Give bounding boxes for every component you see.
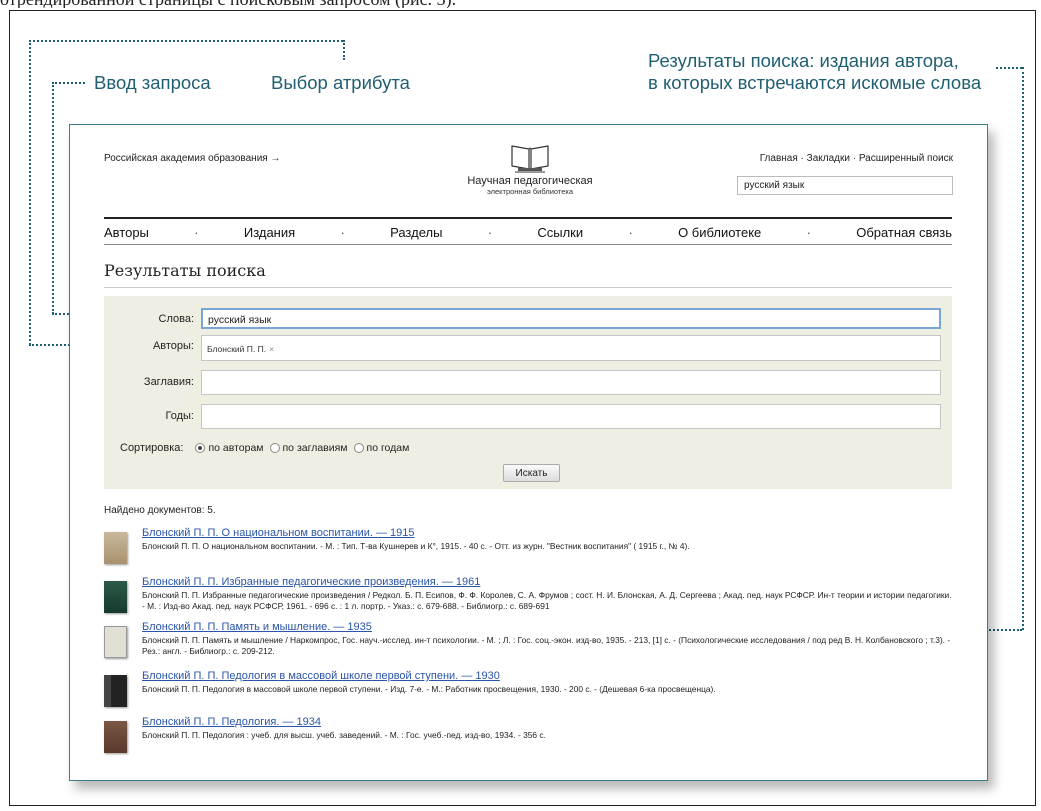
radio-icon[interactable] (269, 443, 280, 453)
result-title-link[interactable]: Блонский П. П. Педология. — 1934 (142, 716, 321, 728)
callout-line (343, 40, 345, 60)
nav-separator: · (487, 224, 493, 240)
nav-separator: · (194, 224, 199, 240)
result-title-link[interactable]: Блонский П. П. Педология в массовой школ… (142, 670, 500, 682)
result-title-link[interactable]: Блонский П. П. Избранные педагогические … (142, 576, 480, 588)
top-link-advanced-search[interactable]: Расширенный поиск (859, 153, 953, 164)
years-label: Годы: (165, 410, 194, 422)
callout-line (52, 82, 85, 84)
result-item: Блонский П. П. О национальном воспитании… (104, 527, 964, 567)
site-logo[interactable]: Научная педагогическая электронная библи… (460, 142, 600, 196)
callout-line (996, 67, 1022, 69)
nav-separator: · (628, 224, 633, 240)
org-link[interactable]: Российская академия образования → (104, 153, 280, 164)
nav-item-sections[interactable]: Разделы (390, 225, 442, 240)
sort-option-label: по годам (366, 442, 410, 454)
words-input[interactable]: русский язык (201, 308, 941, 329)
result-item: Блонский П. П. Педология. — 1934 Блонски… (104, 716, 964, 756)
result-description: Блонский П. П. Педология в массовой школ… (142, 684, 716, 694)
search-form: Слова: русский язык Авторы: Блонский П. … (104, 296, 952, 489)
nav-rule (104, 244, 952, 245)
nav-item-authors[interactable]: Авторы (104, 225, 149, 240)
logo-subtitle: электронная библиотека (486, 187, 574, 196)
main-nav: Авторы · Издания · Разделы · Ссылки · О … (104, 223, 952, 241)
website-screenshot: Российская академия образования → Главна… (69, 124, 988, 781)
sort-option-label: по авторам (208, 442, 264, 454)
separator: · (849, 153, 859, 164)
result-description: Блонский П. П. Избранные педагогические … (142, 590, 952, 611)
callout-line (1022, 67, 1024, 630)
authors-input[interactable]: Блонский П. П. × (201, 335, 941, 361)
result-description: Блонский П. П. Память и мышление / Нарко… (142, 635, 951, 656)
nav-item-about[interactable]: О библиотеке (678, 225, 761, 240)
top-link-bookmarks[interactable]: Закладки (807, 153, 850, 164)
titles-label: Заглавия: (143, 376, 194, 388)
book-cover-image[interactable] (104, 626, 127, 658)
book-cover-image[interactable] (104, 721, 127, 753)
sort-label: Сортировка: (120, 442, 184, 454)
years-input[interactable] (201, 404, 941, 429)
nav-separator: · (340, 224, 345, 240)
top-link-home[interactable]: Главная (760, 153, 798, 164)
result-description: Блонский П. П. О национальном воспитании… (142, 541, 690, 551)
annotation-results-line2: в которых встречаются искомые слова (648, 72, 982, 93)
sort-row: Сортировка: по авторам по заглавиям по г… (120, 442, 415, 454)
callout-line (52, 82, 54, 314)
sort-option-years[interactable]: по годам (353, 442, 410, 454)
words-label: Слова: (158, 313, 195, 325)
header-search-input[interactable]: русский язык (737, 176, 953, 195)
book-cover-image[interactable] (104, 675, 127, 707)
nav-item-links[interactable]: Ссылки (537, 225, 583, 240)
result-item: Блонский П. П. Педология в массовой школ… (104, 670, 964, 710)
nav-rule (104, 217, 952, 219)
top-links: Главная · Закладки · Расширенный поиск (760, 153, 953, 164)
radio-icon[interactable] (353, 443, 364, 453)
search-button[interactable]: Искать (503, 464, 560, 482)
annotation-results-line1: Результаты поиска: издания автора, (648, 50, 959, 71)
titles-input[interactable] (201, 370, 941, 395)
callout-line (29, 40, 343, 42)
page-title: Результаты поиска (104, 261, 266, 280)
annotation-attribute-select: Выбор атрибута (271, 72, 410, 93)
results-count: Найдено документов: 5. (104, 505, 216, 516)
callout-line (29, 40, 31, 345)
separator: · (797, 153, 807, 164)
result-item: Блонский П. П. Память и мышление. — 1935… (104, 621, 964, 665)
radio-checked-icon[interactable] (195, 443, 206, 453)
result-description: Блонский П. П. Педология : учеб. для выс… (142, 730, 546, 740)
authors-label: Авторы: (152, 340, 194, 352)
author-tag-label: Блонский П. П. (207, 344, 267, 354)
annotation-query-input: Ввод запроса (94, 72, 211, 93)
sort-option-titles[interactable]: по заглавиям (269, 442, 348, 454)
result-item: Блонский П. П. Избранные педагогические … (104, 576, 964, 620)
nav-item-feedback[interactable]: Обратная связь (856, 225, 952, 240)
nav-item-editions[interactable]: Издания (244, 225, 295, 240)
result-title-link[interactable]: Блонский П. П. Память и мышление. — 1935 (142, 621, 372, 633)
tag-remove-icon[interactable]: × (269, 344, 274, 354)
result-title-link[interactable]: Блонский П. П. О национальном воспитании… (142, 527, 415, 539)
title-divider (104, 287, 952, 288)
book-cover-image[interactable] (104, 581, 127, 613)
logo-title: Научная педагогическая (467, 175, 593, 187)
nav-separator: · (806, 224, 811, 240)
page-caption: отрендированной страницы с поисковым зап… (0, 0, 1041, 8)
open-book-icon (511, 145, 549, 173)
sort-option-authors[interactable]: по авторам (195, 442, 264, 454)
sort-option-label: по заглавиям (282, 442, 348, 454)
author-tag: Блонский П. П. × (207, 344, 274, 354)
book-cover-image[interactable] (104, 532, 127, 564)
